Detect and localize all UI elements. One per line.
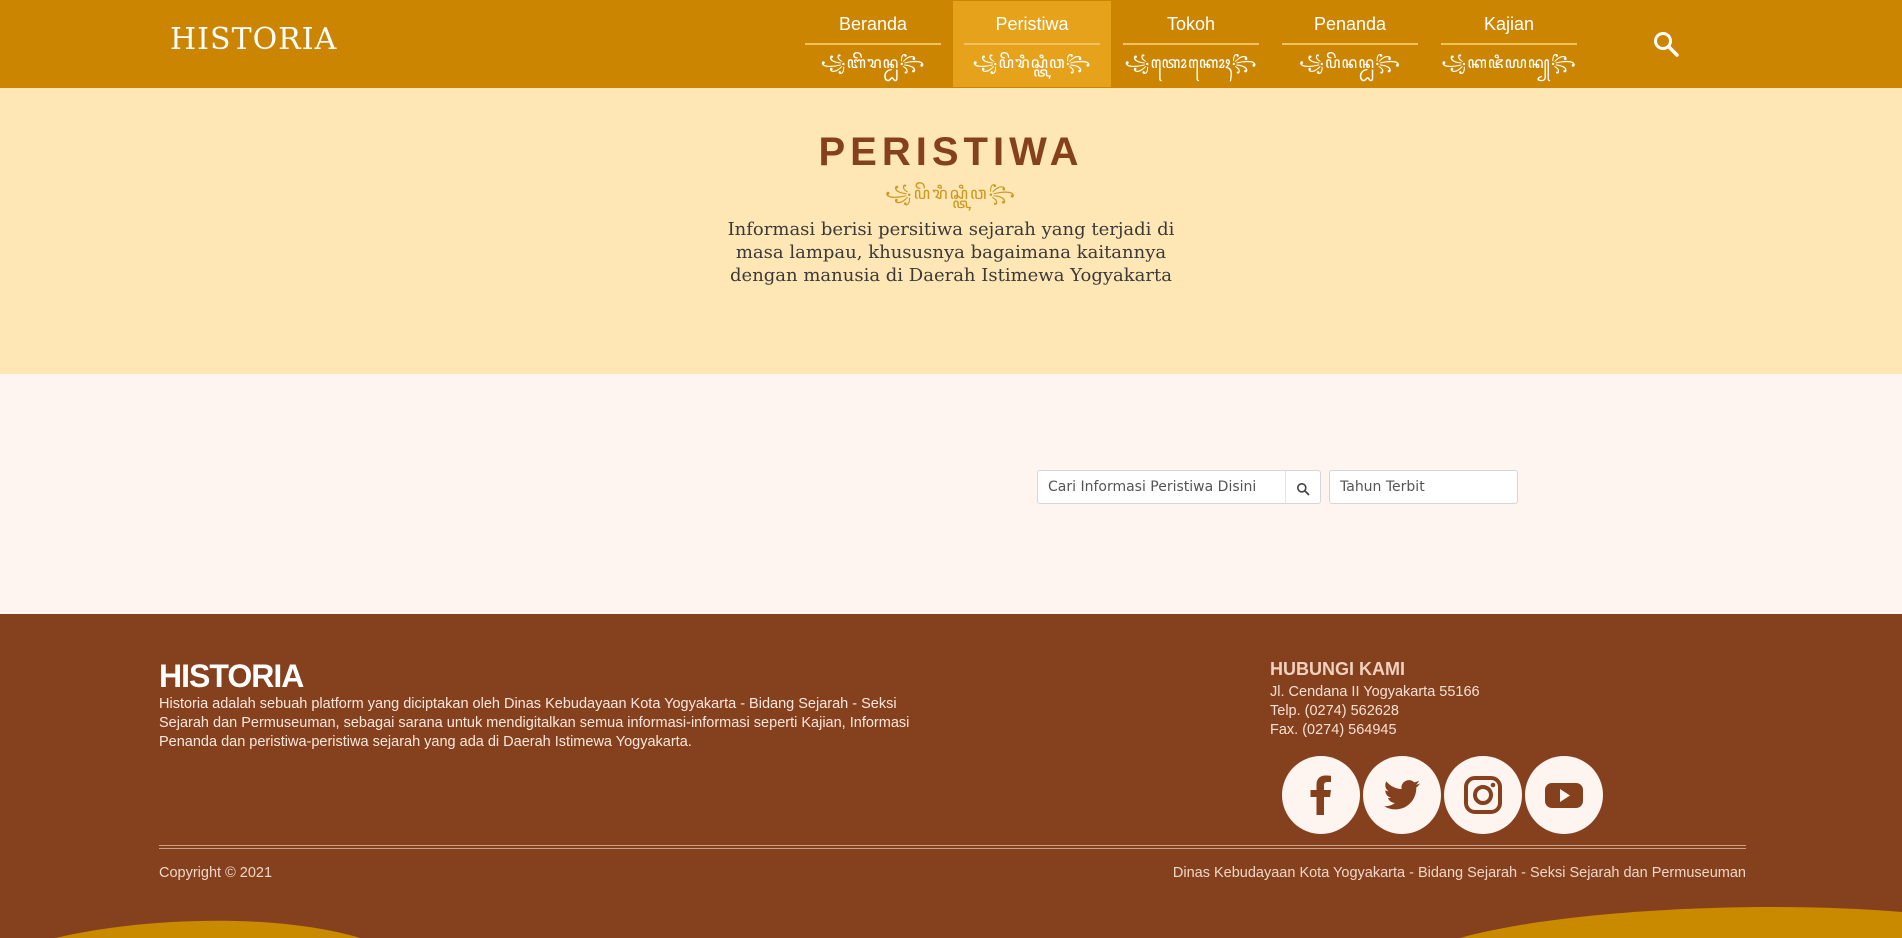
search-placeholder: Cari Informasi Peristiwa Disini (1048, 479, 1257, 495)
page-title-javanese: ꧁ꦥꦼꦫꦶꦱ꧀ꦠꦶꦮ꧂ (885, 184, 1017, 204)
nav-item-penanda[interactable]: Penanda ꧁ꦥꦼꦤꦤ꧀ꦝ꧂ (1271, 1, 1429, 87)
nav-javanese-label: ꧁ꦏꦗꦶꦪꦤ꧀꧂ (1441, 53, 1577, 72)
year-select[interactable]: Tahun Terbit (1329, 470, 1518, 504)
nav-item-beranda[interactable]: Beranda ꧁ꦧꦼꦫꦤ꧀ꦝ꧂ (794, 1, 952, 87)
contact-fax: Fax. (0274) 564945 (1270, 722, 1397, 738)
nav-divider (1123, 43, 1259, 45)
nav-javanese-label: ꧁ꦠꦺꦴꦏꦺꦴꦃ꧂ (1124, 53, 1258, 72)
nav-javanese-label: ꧁ꦥꦼꦫꦶꦱ꧀ꦠꦶꦮ꧂ (972, 53, 1092, 72)
brand-logo[interactable]: HISTORIA (170, 22, 337, 57)
search-icon[interactable] (1652, 30, 1680, 58)
nav-javanese-label: ꧁ꦥꦼꦤꦤ꧀ꦝ꧂ (1298, 53, 1402, 72)
footer-brand: HISTORIA (159, 658, 304, 694)
nav-divider (964, 43, 1100, 45)
nav-javanese-label: ꧁ꦧꦼꦫꦤ꧀ꦝ꧂ (820, 53, 926, 72)
youtube-icon[interactable] (1525, 756, 1603, 834)
nav-label: Beranda (838, 14, 908, 34)
search-icon[interactable] (1296, 481, 1310, 496)
copyright-text: Copyright © 2021 (159, 865, 273, 881)
year-placeholder: Tahun Terbit (1340, 479, 1425, 495)
page-title: PERISTIWA (818, 130, 1084, 174)
footer-divider (159, 845, 1746, 849)
instagram-icon[interactable] (1444, 756, 1522, 834)
contact-heading: HUBUNGI KAMI (1270, 659, 1405, 679)
nav-divider (1441, 43, 1577, 45)
nav-item-tokoh[interactable]: Tokoh ꧁ꦠꦺꦴꦏꦺꦴꦃ꧂ (1112, 1, 1270, 87)
page-hero: PERISTIWA ꧁ꦥꦼꦫꦶꦱ꧀ꦠꦶꦮ꧂ Informasi berisi p… (0, 88, 1902, 374)
nav-label: Tokoh (1166, 14, 1216, 34)
site-footer: HISTORIA Historia adalah sebuah platform… (0, 614, 1902, 938)
footer-wave-decoration (55, 907, 1902, 938)
footer-credit: Dinas Kebudayaan Kota Yogyakarta - Bidan… (1172, 865, 1746, 881)
nav-item-peristiwa[interactable]: Peristiwa ꧁ꦥꦼꦫꦶꦱ꧀ꦠꦶꦮ꧂ (953, 1, 1111, 87)
nav-divider (1282, 43, 1418, 45)
contact-phone: Telp. (0274) 562628 (1270, 703, 1399, 719)
facebook-icon[interactable] (1282, 756, 1360, 834)
twitter-icon[interactable] (1363, 756, 1441, 834)
footer-description: Historia adalah sebuah platform yang dic… (159, 696, 910, 750)
nav-divider (805, 43, 941, 45)
search-input[interactable]: Cari Informasi Peristiwa Disini (1037, 470, 1321, 504)
page-description: Informasi berisi persitiwa sejarah yang … (727, 219, 1175, 286)
nav-label: Penanda (1313, 14, 1387, 34)
top-navbar: HISTORIA Beranda ꧁ꦧꦼꦫꦤ꧀ꦝ꧂ Peristiwa ꧁ꦥꦼꦫ… (0, 0, 1902, 88)
input-divider (1285, 471, 1286, 503)
nav-label: Kajian (1483, 14, 1535, 34)
nav-item-kajian[interactable]: Kajian ꧁ꦏꦗꦶꦪꦤ꧀꧂ (1430, 1, 1588, 87)
nav-label: Peristiwa (995, 14, 1069, 34)
contact-address: Jl. Cendana II Yogyakarta 55166 (1270, 684, 1480, 700)
